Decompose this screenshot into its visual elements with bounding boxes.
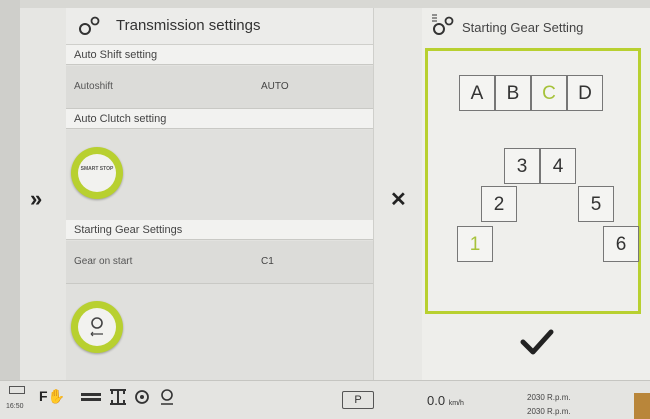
autoshift-row[interactable]: Autoshift AUTO bbox=[66, 66, 373, 109]
gears-icon bbox=[79, 16, 100, 35]
auto-clutch-area: SMART STOP bbox=[66, 130, 373, 220]
gear-start-icon bbox=[90, 317, 103, 337]
start-gear-button[interactable] bbox=[71, 301, 123, 353]
rpm-readout-1: 2030 R.p.m. bbox=[527, 393, 571, 402]
start-gear-status-icon bbox=[161, 389, 173, 405]
gear-6-button[interactable]: 6 bbox=[603, 226, 639, 262]
checkmark-icon[interactable] bbox=[517, 325, 557, 359]
range-d-button[interactable]: D bbox=[567, 75, 603, 111]
range-a-button[interactable]: A bbox=[459, 75, 495, 111]
gear-selector: A B C D 3 4 2 5 1 6 bbox=[425, 48, 641, 314]
gear-3-button[interactable]: 3 bbox=[504, 148, 540, 184]
left-edge bbox=[0, 0, 20, 380]
differential-lock-icon bbox=[135, 390, 149, 404]
screen: » Transmission settings Auto Shift setti… bbox=[0, 0, 650, 419]
speed-value: 0.0 bbox=[427, 393, 446, 408]
rpm-readout-2: 2030 R.p.m. bbox=[527, 407, 571, 416]
status-bar: 16:50 F✋ P 0.0 km/h 2030 R.p.m. 2030 R.p… bbox=[0, 380, 650, 419]
gear-2-button[interactable]: 2 bbox=[481, 186, 517, 222]
gear-on-start-value: C1 bbox=[261, 256, 274, 267]
speed-unit: km/h bbox=[448, 400, 464, 407]
smart-stop-button[interactable]: SMART STOP bbox=[71, 147, 123, 199]
smart-stop-label: SMART STOP bbox=[80, 166, 114, 172]
battery-icon bbox=[9, 386, 25, 394]
stop-bar-icon bbox=[81, 393, 101, 401]
double-chevron-right-icon[interactable]: » bbox=[30, 188, 42, 210]
close-icon[interactable]: ✕ bbox=[390, 190, 407, 210]
axle-icon bbox=[110, 389, 126, 405]
auto-clutch-header: Auto Clutch setting bbox=[66, 109, 373, 129]
autoshift-label: Autoshift bbox=[74, 81, 113, 92]
clock-time: 16:50 bbox=[6, 403, 24, 410]
gear-5-button[interactable]: 5 bbox=[578, 186, 614, 222]
parking-indicator: P bbox=[342, 391, 374, 409]
panel-title: Transmission settings bbox=[116, 17, 261, 34]
right-panel-header: Starting Gear Setting bbox=[422, 8, 650, 44]
right-panel-title: Starting Gear Setting bbox=[462, 20, 584, 35]
f-hand-icon: F✋ bbox=[39, 388, 65, 404]
starting-gear-area bbox=[66, 284, 373, 380]
panel-header: Transmission settings bbox=[66, 8, 373, 45]
left-rail: » bbox=[20, 8, 67, 380]
starting-gear-header: Starting Gear Settings bbox=[66, 220, 373, 240]
gear-on-start-label: Gear on start bbox=[74, 256, 133, 267]
gear-4-button[interactable]: 4 bbox=[540, 148, 576, 184]
divider-column: ✕ bbox=[373, 8, 423, 380]
gears-settings-icon bbox=[432, 14, 454, 35]
autoshift-value: AUTO bbox=[261, 81, 289, 92]
speed-readout: 0.0 km/h bbox=[427, 393, 464, 408]
gear-1-button[interactable]: 1 bbox=[457, 226, 493, 262]
warning-indicator bbox=[634, 393, 650, 419]
transmission-settings-panel: Transmission settings Auto Shift setting… bbox=[66, 8, 373, 380]
gear-on-start-row[interactable]: Gear on start C1 bbox=[66, 241, 373, 284]
top-edge bbox=[0, 0, 650, 8]
range-c-button[interactable]: C bbox=[531, 75, 567, 111]
range-b-button[interactable]: B bbox=[495, 75, 531, 111]
auto-shift-header: Auto Shift setting bbox=[66, 45, 373, 65]
starting-gear-setting-panel: Starting Gear Setting A B C D 3 4 2 5 1 … bbox=[422, 8, 650, 380]
